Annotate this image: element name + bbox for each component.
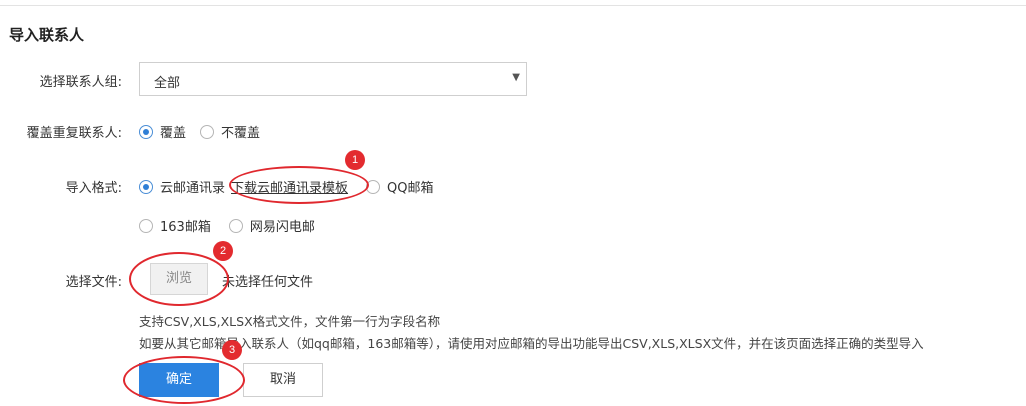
format-radio-yunyou-label: 云邮通讯录 [160, 181, 226, 196]
no-file-selected-text: 未选择任何文件 [222, 275, 314, 290]
format-radio-group-row1: 云邮通讯录 下载云邮通讯录模板 QQ邮箱 [139, 177, 448, 196]
annotation-badge-1: 1 [345, 150, 365, 170]
overwrite-label: 覆盖重复联系人: [26, 126, 122, 141]
browse-button[interactable]: 浏览 [150, 263, 208, 295]
group-label: 选择联系人组: [39, 75, 122, 90]
overwrite-radio-yes-label: 覆盖 [160, 126, 187, 141]
annotation-badge-3: 3 [222, 340, 242, 360]
annotation-badge-2: 2 [213, 241, 233, 261]
radio-unchecked-icon[interactable] [200, 124, 215, 139]
other-mailbox-hint: 如要从其它邮箱导入联系人（如qq邮箱，163邮箱等），请使用对应邮箱的导出功能导… [139, 336, 924, 351]
radio-unchecked-icon[interactable] [139, 218, 153, 233]
format-label: 导入格式: [65, 181, 122, 196]
format-hint: 支持CSV,XLS,XLSX格式文件，文件第一行为字段名称 [139, 314, 441, 329]
radio-checked-icon[interactable] [139, 179, 153, 194]
overwrite-radio-no[interactable]: 不覆盖 [200, 122, 260, 141]
file-label: 选择文件: [65, 275, 122, 290]
overwrite-radio-yes[interactable]: 覆盖 [139, 122, 186, 141]
format-radio-qq-label: QQ邮箱 [387, 181, 434, 196]
top-divider [0, 5, 1026, 6]
format-radio-qq[interactable]: QQ邮箱 [366, 177, 434, 196]
contact-group-select[interactable]: 全部 ▼ [139, 62, 527, 96]
format-radio-163-label: 163邮箱 [160, 220, 211, 235]
confirm-button[interactable]: 确定 [139, 363, 219, 397]
radio-checked-icon[interactable] [139, 124, 153, 139]
radio-unchecked-icon[interactable] [366, 179, 381, 194]
download-template-link[interactable]: 下载云邮通讯录模板 [231, 177, 348, 196]
radio-unchecked-icon[interactable] [228, 218, 243, 233]
format-radio-yunyou[interactable]: 云邮通讯录 [139, 177, 225, 196]
format-radio-netease-flash-label: 网易闪电邮 [249, 220, 315, 235]
contact-group-selected-value: 全部 [154, 76, 181, 91]
import-contacts-page: 导入联系人 选择联系人组: 全部 ▼ 覆盖重复联系人: 覆盖 不覆盖 导入格式:… [0, 0, 1026, 406]
chevron-down-icon: ▼ [512, 72, 520, 83]
overwrite-radio-group: 覆盖 不覆盖 [139, 122, 274, 141]
cancel-button[interactable]: 取消 [243, 363, 323, 397]
format-radio-group-row2: 163邮箱 网易闪电邮 [139, 216, 329, 235]
page-title: 导入联系人 [9, 26, 85, 44]
overwrite-radio-no-label: 不覆盖 [221, 126, 261, 141]
format-radio-163[interactable]: 163邮箱 [139, 216, 211, 235]
format-radio-netease-flash[interactable]: 网易闪电邮 [228, 216, 315, 235]
